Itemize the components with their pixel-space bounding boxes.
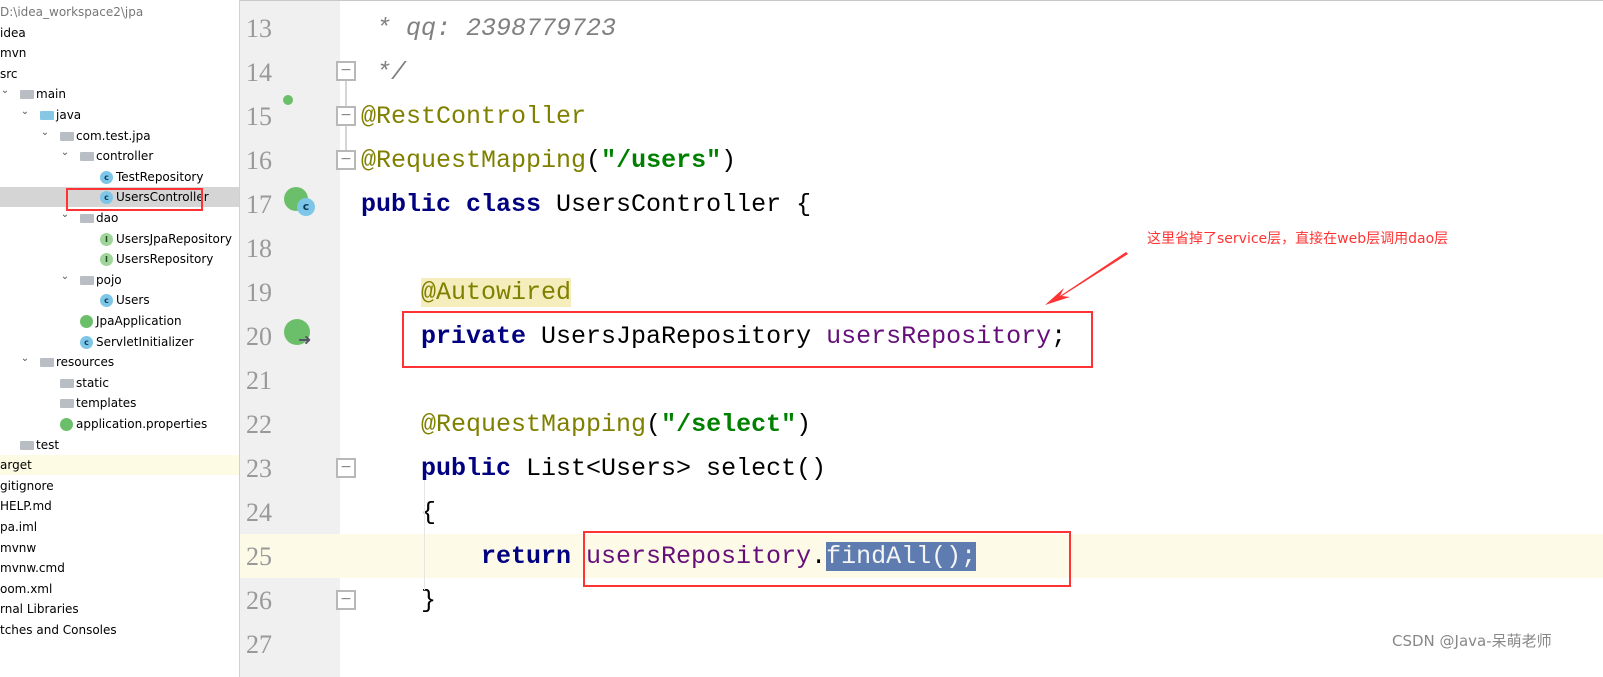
annotation-arrow: [1045, 252, 1128, 305]
annotation-note: 这里省掉了service层，直接在web层调用dao层: [1147, 231, 1449, 247]
arrow-icon: [1045, 252, 1128, 305]
watermark: CSDN @Java-呆萌老师: [1392, 632, 1552, 650]
